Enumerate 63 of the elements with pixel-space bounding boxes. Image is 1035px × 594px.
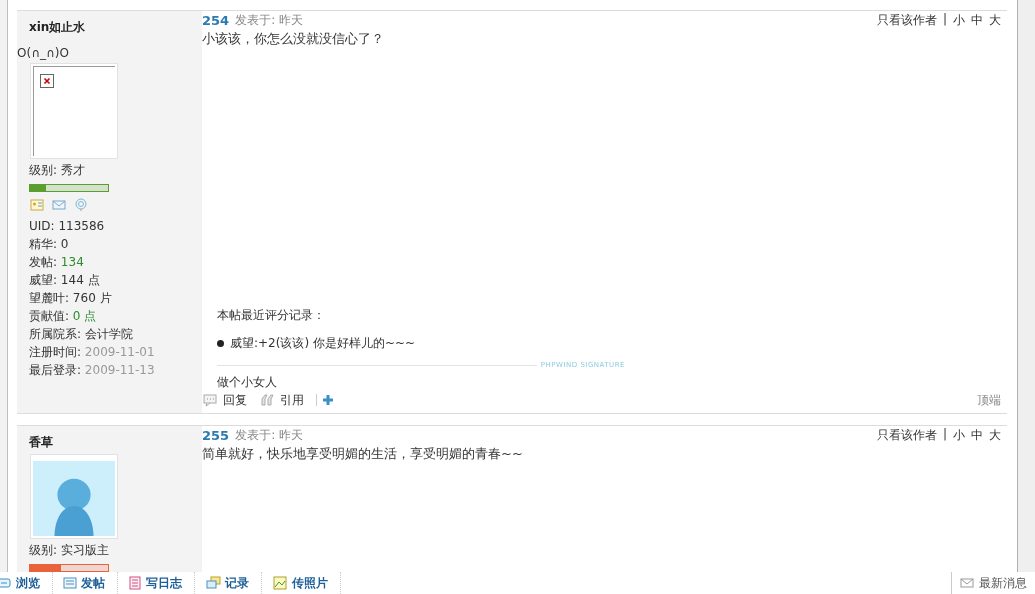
chat-bubbles-icon xyxy=(205,576,221,590)
stat-label: 精华: xyxy=(29,237,59,251)
stat-value: 760 片 xyxy=(72,291,112,305)
stat-label: 发帖: xyxy=(29,255,59,269)
profile-card-icon xyxy=(29,198,45,212)
stat-label: 所属院系: xyxy=(29,327,83,341)
stat-value: 0 点 xyxy=(72,309,97,323)
post-body: 简单就好，快乐地享受明媚的生活，享受明媚的青春~~ xyxy=(202,445,524,463)
separator: | xyxy=(942,11,947,28)
font-size-link[interactable]: 小 xyxy=(953,11,965,29)
stat-value: 144 点 xyxy=(60,273,100,287)
only-author-link[interactable]: 只看该作者 xyxy=(876,426,937,444)
user-rank: 级别: 实习版主 xyxy=(29,542,109,559)
user-rank: 级别: 秀才 xyxy=(29,162,85,179)
stat-value: 2009-11-01 xyxy=(84,345,155,359)
stat-value: 0 xyxy=(60,237,69,251)
top-link[interactable]: 顶端 xyxy=(977,391,1001,409)
bullet-icon xyxy=(217,340,224,347)
stat-value: 会计学院 xyxy=(84,327,133,341)
notebook-icon xyxy=(128,576,142,590)
stat-label: 望麓叶: xyxy=(29,291,71,305)
mail-icon xyxy=(51,198,67,212)
target-icon xyxy=(73,198,89,212)
font-size-link[interactable]: 中 xyxy=(971,11,983,29)
stat-label: 贡献值: xyxy=(29,309,71,323)
stat-label: UID: xyxy=(29,219,56,233)
toolbar-item[interactable]: 记录 xyxy=(195,572,262,594)
user-name[interactable]: xin如止水 xyxy=(29,19,86,36)
reply-link[interactable]: 回复 xyxy=(202,391,247,409)
font-size-link[interactable]: 小 xyxy=(953,426,965,444)
toolbar-item[interactable]: 传照片 xyxy=(262,572,341,594)
signature: 做个小女人 xyxy=(217,374,278,391)
floor-number: 254 xyxy=(202,12,230,28)
rating-title: 本帖最近评分记录： xyxy=(217,307,326,324)
font-size-link[interactable]: 大 xyxy=(989,11,1001,29)
post-time: 发表于: 昨天 xyxy=(235,426,303,444)
post-time: 发表于: 昨天 xyxy=(235,11,303,29)
user-mood: O(∩_∩)O xyxy=(17,46,69,60)
stat-value: 2009-11-13 xyxy=(84,363,155,377)
toolbar-item[interactable]: 浏览 xyxy=(0,572,53,594)
document-icon xyxy=(63,576,77,590)
messages-link[interactable]: 最新消息 xyxy=(951,572,1027,594)
stat-value: 113586 xyxy=(58,219,105,233)
stat-label: 最后登录: xyxy=(29,363,83,377)
speech-bubble-icon xyxy=(0,576,12,590)
toolbar-item[interactable]: 写日志 xyxy=(118,572,195,594)
stat-label: 威望: xyxy=(29,273,59,287)
picture-icon xyxy=(272,576,288,590)
only-author-link[interactable]: 只看该作者 xyxy=(876,11,937,29)
toolbar-item[interactable]: 发帖 xyxy=(53,572,118,594)
post-body: 小该该，你怎么没就没信心了？ xyxy=(202,30,385,48)
quote-link[interactable]: 引用 xyxy=(259,391,304,409)
font-size-link[interactable]: 大 xyxy=(989,426,1001,444)
floor-number: 255 xyxy=(202,427,230,443)
separator: | xyxy=(942,426,947,443)
plus-icon[interactable] xyxy=(323,395,333,405)
mail-icon xyxy=(960,576,974,590)
quote-icon xyxy=(259,393,275,407)
user-name[interactable]: 香草 xyxy=(29,434,53,451)
rating-entry: 威望:+2(该该) 你是好样儿的~~~ xyxy=(230,335,416,352)
font-size-link[interactable]: 中 xyxy=(971,426,983,444)
stat-value: 134 xyxy=(60,255,84,269)
stat-label: 注册时间: xyxy=(29,345,83,359)
